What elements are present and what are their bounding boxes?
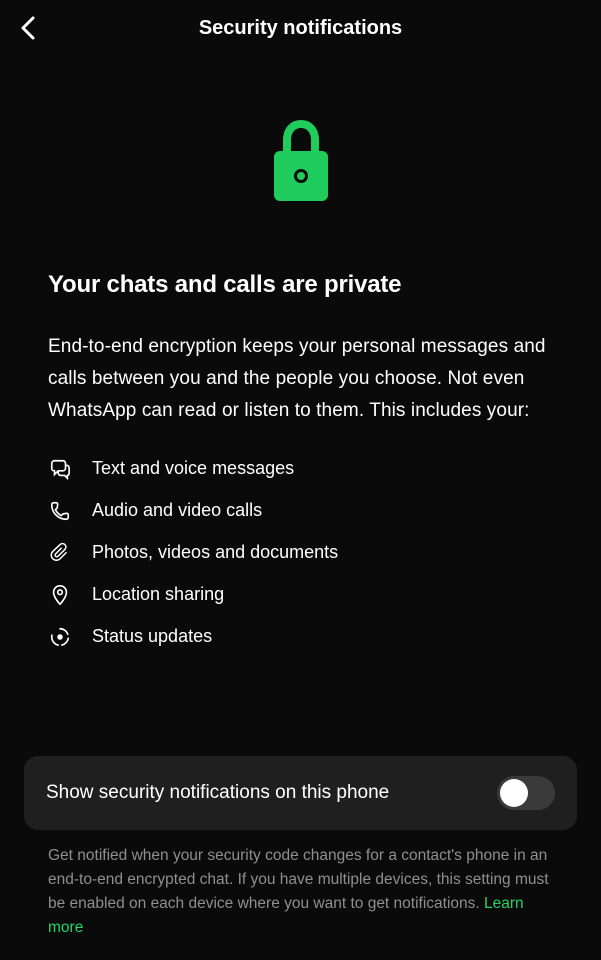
toggle-knob — [500, 779, 528, 807]
feature-label: Audio and video calls — [92, 500, 262, 521]
location-pin-icon — [48, 583, 72, 607]
feature-item-media: Photos, videos and documents — [48, 541, 553, 565]
back-button[interactable] — [8, 8, 48, 48]
chat-bubble-icon — [48, 457, 72, 481]
feature-label: Status updates — [92, 626, 212, 647]
page-title: Security notifications — [0, 17, 601, 40]
feature-label: Text and voice messages — [92, 458, 294, 479]
feature-label: Photos, videos and documents — [92, 542, 338, 563]
feature-item-messages: Text and voice messages — [48, 457, 553, 481]
phone-icon — [48, 499, 72, 523]
feature-list: Text and voice messages Audio and video … — [48, 457, 553, 649]
header: Security notifications — [0, 0, 601, 56]
section-heading: Your chats and calls are private — [48, 271, 553, 299]
helper-text-body: Get notified when your security code cha… — [48, 847, 549, 912]
chevron-left-icon — [19, 15, 37, 41]
status-ring-icon — [48, 625, 72, 649]
toggle-label: Show security notifications on this phon… — [46, 779, 497, 808]
lock-icon — [264, 116, 338, 211]
encryption-description: End-to-end encryption keeps your persona… — [48, 331, 553, 427]
paperclip-icon — [48, 541, 72, 565]
lock-hero — [0, 56, 601, 271]
bottom-section: Show security notifications on this phon… — [0, 756, 601, 960]
feature-item-location: Location sharing — [48, 583, 553, 607]
content-section: Your chats and calls are private End-to-… — [0, 271, 601, 649]
feature-item-status: Status updates — [48, 625, 553, 649]
helper-text: Get notified when your security code cha… — [24, 844, 577, 940]
feature-item-calls: Audio and video calls — [48, 499, 553, 523]
toggle-switch[interactable] — [497, 776, 555, 810]
security-notifications-toggle-card[interactable]: Show security notifications on this phon… — [24, 756, 577, 830]
feature-label: Location sharing — [92, 584, 224, 605]
